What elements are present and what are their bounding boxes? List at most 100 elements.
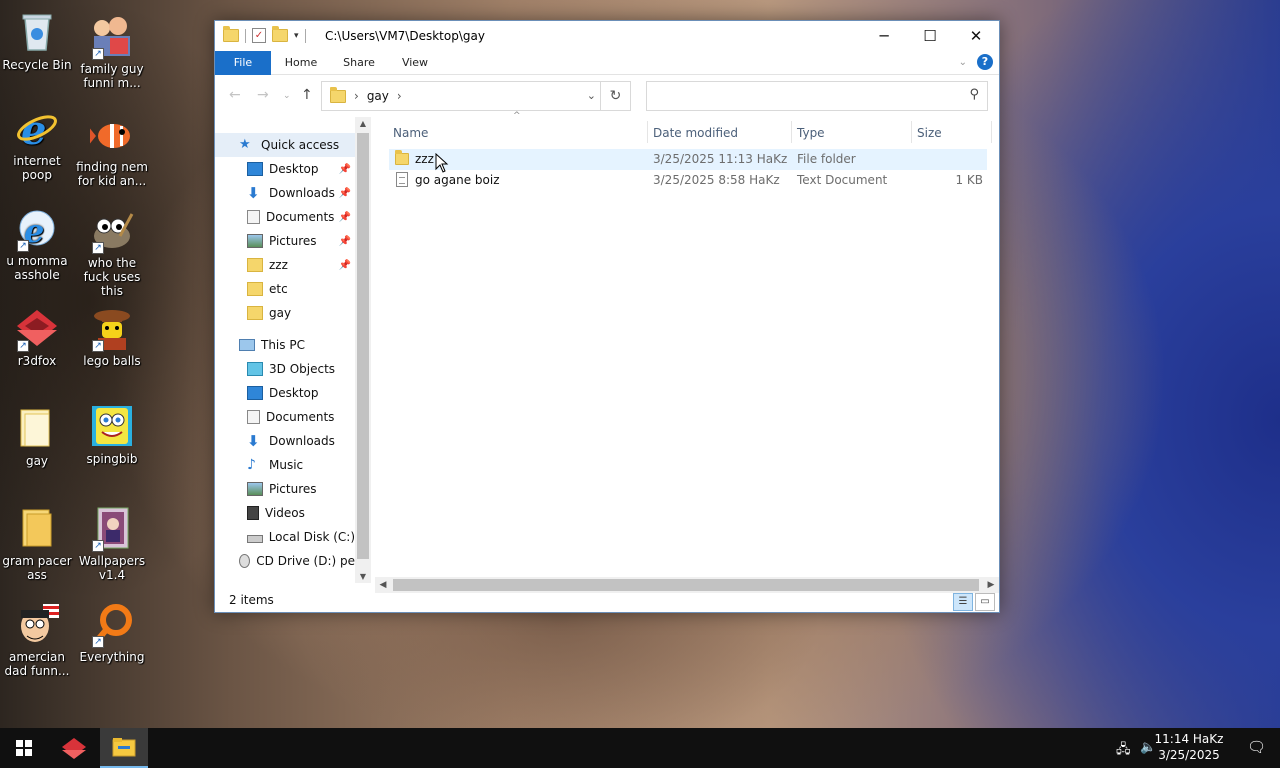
desktop-icon-label: u momma asshole xyxy=(6,254,68,282)
column-header-name[interactable]: Name xyxy=(393,121,428,145)
desktop-icon-gay-folder[interactable]: gay xyxy=(1,406,73,468)
folder-icon xyxy=(223,26,239,42)
separator xyxy=(304,28,306,43)
file-name[interactable]: go agane boiz xyxy=(415,173,500,187)
nav-pictures[interactable]: Pictures 📌 xyxy=(215,229,355,253)
nav-pc-desktop[interactable]: Desktop xyxy=(215,381,355,405)
desktop-icon-gimp[interactable]: ↗ who the fuck uses this xyxy=(76,208,148,298)
details-view-icon[interactable]: ☰ xyxy=(953,593,973,611)
file-date-modified: 3/25/2025 11:13 HaKz xyxy=(653,152,788,166)
desktop-icon-everything[interactable]: ↗ Everything xyxy=(76,602,148,664)
shortcut-arrow-icon: ↗ xyxy=(92,540,104,552)
navigation-pane: ★ Quick access Desktop 📌 ⬇ Downloads 📌 D… xyxy=(215,117,355,583)
shortcut-arrow-icon: ↗ xyxy=(92,242,104,254)
taskbar-clock[interactable]: 11:14 HaKz 3/25/2025 xyxy=(1154,731,1224,763)
notifications-icon[interactable]: 🗨 xyxy=(1247,738,1266,756)
file-row-zzz[interactable]: zzz 3/25/2025 11:13 HaKz File folder xyxy=(389,149,987,170)
nav-3d-objects[interactable]: 3D Objects xyxy=(215,357,355,381)
refresh-icon[interactable]: ↻ xyxy=(600,82,630,110)
tab-home[interactable]: Home xyxy=(275,51,327,75)
forward-arrow-icon[interactable]: → xyxy=(257,87,269,103)
taskbar-file-explorer[interactable] xyxy=(100,728,148,768)
taskbar-r3dfox[interactable] xyxy=(50,728,98,768)
expand-ribbon-chevron-icon[interactable]: ⌄ xyxy=(959,57,967,68)
nav-videos[interactable]: Videos xyxy=(215,501,355,525)
column-header-type[interactable]: Type xyxy=(797,121,825,145)
network-icon[interactable]: 🖧 xyxy=(1116,740,1131,762)
scroll-up-arrow-icon[interactable]: ▲ xyxy=(355,119,371,128)
desktop-icon-r3dfox[interactable]: ↗ r3dfox xyxy=(1,306,73,368)
desktop-icon-amercian-dad[interactable]: amercian dad funn... xyxy=(1,602,73,678)
desktop-icon-lego-balls[interactable]: ↗ lego balls xyxy=(76,306,148,368)
desktop-icon-finding-nem[interactable]: finding nem for kid an... xyxy=(76,112,148,188)
scroll-down-arrow-icon[interactable]: ▼ xyxy=(355,572,371,581)
documents-icon xyxy=(247,410,260,424)
desktop-icon-label: internet poop xyxy=(13,154,61,182)
desktop-icon-label: r3dfox xyxy=(17,354,57,368)
nav-local-disk[interactable]: Local Disk (C:) xyxy=(215,525,355,549)
nav-pc-downloads[interactable]: ⬇ Downloads xyxy=(215,429,355,453)
nav-music[interactable]: ♪ Music xyxy=(215,453,355,477)
download-arrow-icon: ⬇ xyxy=(247,184,260,202)
nav-pc-pictures[interactable]: Pictures xyxy=(215,477,355,501)
close-button[interactable]: ✕ xyxy=(953,21,999,51)
scrollbar-thumb[interactable] xyxy=(357,133,369,559)
minimize-button[interactable]: ─ xyxy=(861,21,907,51)
search-box[interactable]: ⚲ xyxy=(646,81,988,111)
column-header-size[interactable]: Size xyxy=(917,121,942,145)
desktop-icon-recycle-bin[interactable]: Recycle Bin xyxy=(1,10,73,72)
column-divider[interactable] xyxy=(647,121,648,143)
nav-cd-drive[interactable]: CD Drive (D:) pe xyxy=(215,549,355,573)
breadcrumb-separator-icon[interactable]: › xyxy=(397,89,402,103)
svg-text:e: e xyxy=(21,107,46,150)
address-bar[interactable]: › gay › ⌄ ↻ xyxy=(321,81,631,111)
help-icon[interactable]: ? xyxy=(977,54,993,70)
nav-quick-access[interactable]: ★ Quick access xyxy=(215,133,355,157)
breadcrumb-item[interactable]: gay xyxy=(367,89,389,103)
pin-icon: 📌 xyxy=(338,163,351,175)
tab-file[interactable]: File xyxy=(215,51,271,75)
desktop-icon-gram-pacer[interactable]: gram pacer ass xyxy=(1,506,73,582)
nav-downloads[interactable]: ⬇ Downloads 📌 xyxy=(215,181,355,205)
desktop-icon-wallpapers[interactable]: ↗ Wallpapers v1.4 xyxy=(76,506,148,582)
file-name[interactable]: zzz xyxy=(415,152,434,166)
recent-locations-chevron-icon[interactable]: ⌄ xyxy=(283,91,291,101)
nav-this-pc[interactable]: This PC xyxy=(215,333,355,357)
desktop-icon-internet-poop[interactable]: e internet poop xyxy=(1,106,73,182)
desktop-icon-spingbib[interactable]: spingbib xyxy=(76,404,148,466)
column-divider[interactable] xyxy=(791,121,792,143)
title-bar[interactable]: ✓ ▾ C:\Users\VM7\Desktop\gay ─ ☐ ✕ xyxy=(215,21,999,51)
column-divider[interactable] xyxy=(991,121,992,143)
maximize-button[interactable]: ☐ xyxy=(907,21,953,51)
quick-access-toolbar: ✓ ▾ xyxy=(223,26,306,43)
nav-documents[interactable]: Documents 📌 xyxy=(215,205,355,229)
nav-etc[interactable]: etc xyxy=(215,277,355,301)
file-row-go-agane-boiz[interactable]: go agane boiz 3/25/2025 8:58 HaKz Text D… xyxy=(389,170,987,191)
large-icons-view-icon[interactable]: ▭ xyxy=(975,593,995,611)
properties-icon[interactable]: ✓ xyxy=(252,28,266,43)
back-arrow-icon[interactable]: ← xyxy=(229,87,241,103)
nav-pc-documents[interactable]: Documents xyxy=(215,405,355,429)
nav-label: Documents xyxy=(266,410,335,424)
nav-label: etc xyxy=(269,282,288,296)
start-button[interactable] xyxy=(0,728,48,768)
tab-share[interactable]: Share xyxy=(333,51,385,75)
column-header-date-modified[interactable]: Date modified xyxy=(653,121,738,145)
desktop-icon-u-momma[interactable]: e ↗ u momma asshole xyxy=(1,206,73,282)
text-file-icon xyxy=(396,172,408,187)
column-divider[interactable] xyxy=(911,121,912,143)
address-dropdown-chevron-icon[interactable]: ⌄ xyxy=(587,89,596,102)
breadcrumb-separator-icon: › xyxy=(354,89,359,103)
navigation-pane-scrollbar[interactable]: ▲ ▼ xyxy=(355,117,371,583)
nav-desktop[interactable]: Desktop 📌 xyxy=(215,157,355,181)
nav-zzz[interactable]: zzz 📌 xyxy=(215,253,355,277)
new-folder-icon[interactable] xyxy=(272,26,288,42)
documents-icon xyxy=(247,210,260,224)
customize-toolbar-chevron-icon[interactable]: ▾ xyxy=(294,31,299,41)
file-list[interactable]: ^ Name Date modified Type Size zzz 3/25/… xyxy=(373,111,999,583)
tab-view[interactable]: View xyxy=(389,51,441,75)
file-explorer-window[interactable]: ✓ ▾ C:\Users\VM7\Desktop\gay ─ ☐ ✕ File … xyxy=(214,20,1000,613)
nav-gay[interactable]: gay xyxy=(215,301,355,325)
up-arrow-icon[interactable]: ↑ xyxy=(301,87,313,103)
desktop-icon-family-guy[interactable]: ↗ family guy funni m... xyxy=(76,14,148,90)
